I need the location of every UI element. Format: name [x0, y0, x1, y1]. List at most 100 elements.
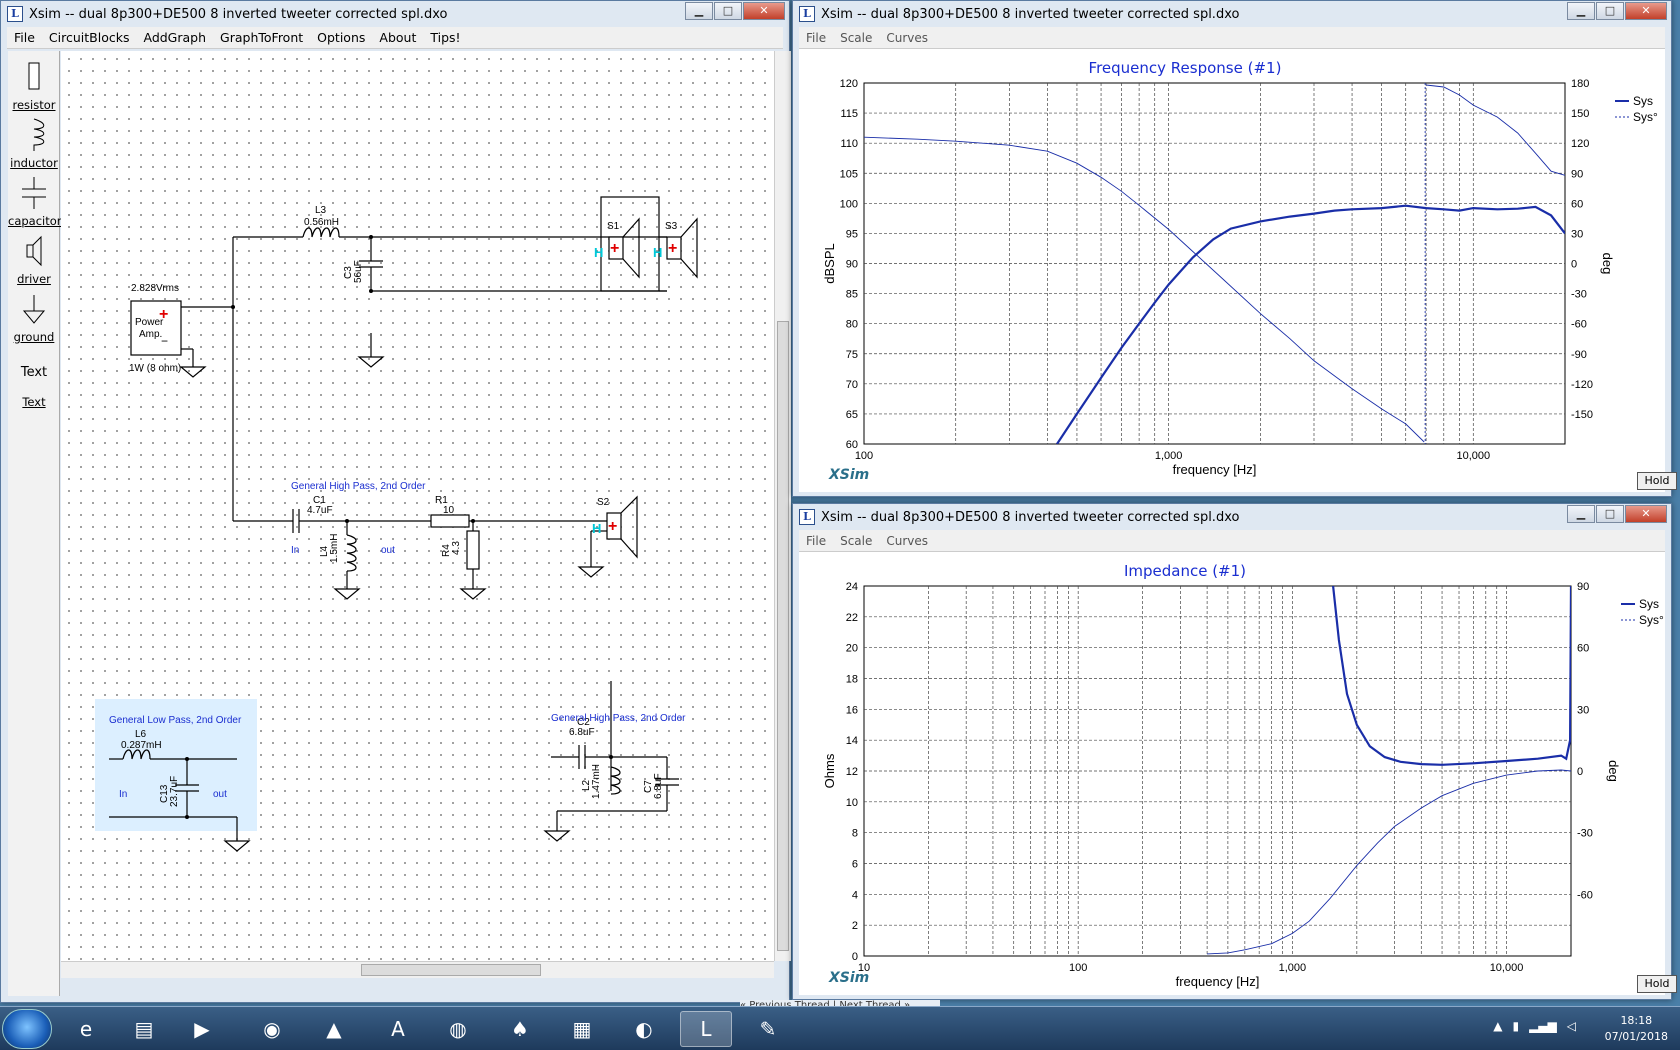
y-tick-label: 24: [846, 581, 858, 593]
ground-symbol: [179, 366, 207, 378]
L3-value: 0.56mH: [304, 217, 339, 228]
menu-curves[interactable]: Curves: [879, 31, 935, 45]
power-amp-block[interactable]: [130, 300, 182, 356]
hold-button[interactable]: Hold: [1637, 975, 1677, 993]
lowpass-title: General Low Pass, 2nd Order: [109, 715, 242, 726]
palette-label: capacitor: [8, 214, 62, 228]
freq-window[interactable]: L Xsim -- dual 8p300+DE500 8 inverted tw…: [792, 0, 1677, 497]
y2-tick-label: 0: [1571, 259, 1577, 271]
palette-driver[interactable]: driver: [8, 233, 60, 286]
imp-titlebar[interactable]: L Xsim -- dual 8p300+DE500 8 inverted tw…: [793, 504, 1671, 530]
media-icon[interactable]: ▶: [176, 1011, 228, 1047]
menu-addgraph[interactable]: AddGraph: [136, 30, 213, 45]
highpass2-title: General High Pass, 2nd Order: [551, 713, 686, 724]
menu-graphtofront[interactable]: GraphToFront: [213, 30, 310, 45]
menu-circuitblocks[interactable]: CircuitBlocks: [42, 30, 137, 45]
editor-window[interactable]: L Xsim -- dual 8p300+DE500 8 inverted tw…: [0, 0, 791, 1003]
scroll-thumb[interactable]: [777, 321, 789, 951]
menu-scale[interactable]: Scale: [833, 534, 879, 548]
y2-tick-label: -60: [1577, 889, 1593, 901]
minimize-button[interactable]: ▁: [1567, 2, 1595, 20]
palette-ground[interactable]: ground: [8, 291, 60, 344]
clock-date: 07/01/2018: [1604, 1030, 1668, 1043]
menu-curves[interactable]: Curves: [879, 534, 935, 548]
y-tick-label: 22: [846, 612, 858, 624]
palette-capacitor[interactable]: capacitor: [8, 175, 62, 228]
y2-tick-label: 120: [1571, 138, 1589, 150]
maximize-button[interactable]: □: [714, 2, 742, 20]
paint-icon[interactable]: ✎: [742, 1011, 794, 1047]
palette-text-icon[interactable]: Text: [8, 365, 60, 380]
resistor-R1[interactable]: [430, 514, 470, 528]
legend-label: Sys: [1639, 597, 1659, 611]
hold-button[interactable]: Hold: [1637, 472, 1677, 490]
y-tick-label: 80: [846, 319, 858, 331]
tray-network-icon[interactable]: ▮: [1512, 1019, 1519, 1033]
y-tick-label: 100: [840, 198, 858, 210]
editor-horizontal-scrollbar[interactable]: [61, 961, 774, 978]
freq-titlebar[interactable]: L Xsim -- dual 8p300+DE500 8 inverted tw…: [793, 1, 1671, 27]
winrar-icon[interactable]: ▦: [556, 1011, 608, 1047]
L6-name: L6: [135, 729, 147, 740]
close-button[interactable]: ✕: [1625, 2, 1667, 20]
palette-text[interactable]: Text: [8, 395, 60, 409]
menu-scale[interactable]: Scale: [833, 31, 879, 45]
firefox-icon[interactable]: ◍: [432, 1011, 484, 1047]
maximize-button[interactable]: □: [1596, 2, 1624, 20]
menu-file[interactable]: File: [7, 30, 42, 45]
svg-text:H: H: [653, 245, 662, 260]
menu-file[interactable]: File: [799, 31, 833, 45]
palette-inductor[interactable]: inductor: [8, 117, 60, 170]
autocad-icon[interactable]: A: [372, 1011, 424, 1047]
source-voltage: 2.828Vrms: [131, 283, 179, 294]
tray-volume-icon[interactable]: ◁: [1567, 1019, 1576, 1033]
y2-axis-label: deg: [1600, 253, 1615, 275]
x-tick-label: 10,000: [1490, 962, 1524, 974]
maximize-button[interactable]: □: [1596, 505, 1624, 523]
imp-plot-area: Impedance (#1) 0 2 4 6 8 10 12 14 16 18 20 22 24 -60-…: [799, 552, 1677, 995]
menu-options[interactable]: Options: [310, 30, 372, 45]
speaker-icon[interactable]: ◐: [618, 1011, 670, 1047]
clock[interactable]: 18:18 07/01/2018: [1605, 1013, 1668, 1045]
close-button[interactable]: ✕: [743, 2, 785, 20]
menu-tips[interactable]: Tips!: [423, 30, 467, 45]
xsim-logo: XSim: [829, 467, 870, 483]
editor-titlebar[interactable]: L Xsim -- dual 8p300+DE500 8 inverted tw…: [1, 1, 789, 27]
close-button[interactable]: ✕: [1625, 505, 1667, 523]
resistor-R4[interactable]: [466, 530, 480, 570]
xsim-app-icon: L: [799, 509, 815, 525]
menu-file[interactable]: File: [799, 534, 833, 548]
y-tick-label: 115: [840, 108, 858, 120]
start-button[interactable]: [2, 1009, 52, 1049]
y2-tick-label: -150: [1571, 409, 1593, 421]
y2-tick-label: -30: [1571, 289, 1587, 301]
minimize-button[interactable]: ▁: [1567, 505, 1595, 523]
component-palette: resistor inductor capacitor driver groun…: [8, 51, 62, 996]
x-tick-label: 10,000: [1456, 450, 1490, 462]
y-tick-label: 2: [852, 920, 858, 932]
ground-symbol: [459, 588, 487, 600]
tray-signal-icon[interactable]: ▂▄▆: [1529, 1019, 1557, 1033]
polarity-h: H: [594, 245, 603, 260]
x-axis-label: frequency [Hz]: [1176, 974, 1260, 989]
palette-label: ground: [13, 330, 55, 344]
tray-arrow-icon[interactable]: ▲: [1493, 1019, 1502, 1033]
scroll-thumb[interactable]: [361, 964, 541, 976]
acrobat-icon[interactable]: ♠: [494, 1011, 546, 1047]
ground-symbol: [333, 588, 361, 600]
y-axis-label: Ohms: [822, 753, 837, 788]
editor-vertical-scrollbar[interactable]: [774, 51, 791, 961]
driver-icon: [26, 235, 42, 267]
chrome-icon[interactable]: ◉: [246, 1011, 298, 1047]
palette-resistor[interactable]: resistor: [8, 59, 60, 112]
xsim-icon[interactable]: L: [680, 1011, 732, 1047]
vlc-icon[interactable]: ▲: [308, 1011, 360, 1047]
menu-about[interactable]: About: [372, 30, 423, 45]
R4-value: 4.3: [451, 541, 462, 555]
y-tick-label: 18: [846, 674, 858, 686]
circuit-canvas[interactable]: + − + + + H H H 2.828Vrms Power Amp. 1W …: [61, 51, 774, 961]
minimize-button[interactable]: ▁: [685, 2, 713, 20]
folder-icon[interactable]: ▤: [118, 1011, 170, 1047]
ie-icon[interactable]: e: [60, 1011, 112, 1047]
imp-window[interactable]: L Xsim -- dual 8p300+DE500 8 inverted tw…: [792, 503, 1677, 1000]
